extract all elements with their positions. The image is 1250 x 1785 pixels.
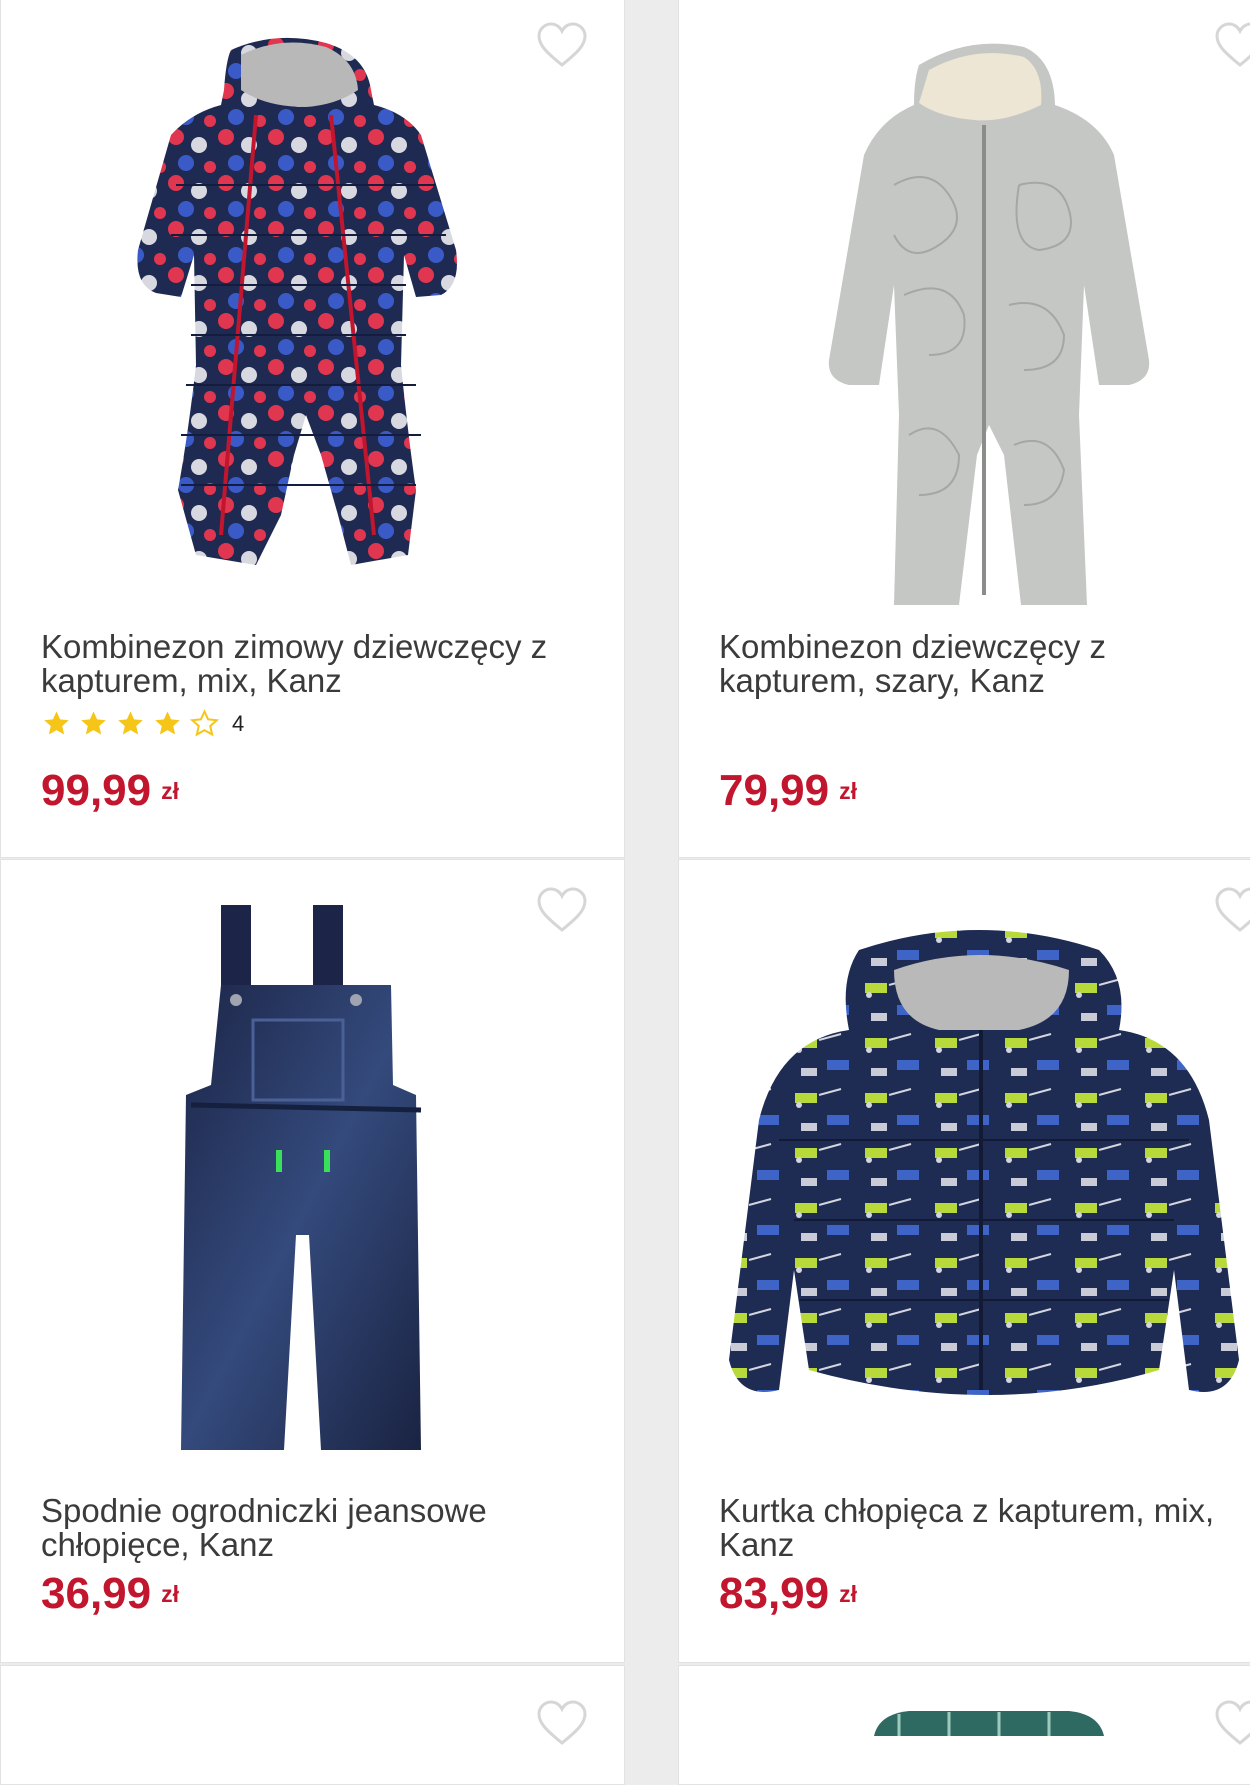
product-rating: 4 [41, 707, 244, 741]
heart-icon[interactable] [536, 1699, 588, 1747]
price-value: 83,99 [719, 1569, 830, 1618]
product-card[interactable] [678, 1665, 1250, 1785]
rating-count: 4 [232, 711, 245, 736]
price-value: 99,99 [41, 766, 152, 815]
heart-icon[interactable] [1214, 21, 1250, 69]
product-image[interactable] [116, 35, 506, 585]
product-price: 99,99 zł [41, 769, 179, 815]
product-card[interactable]: Spodnie ogrodniczki jeansowe chłopięce, … [0, 859, 625, 1663]
product-price: 79,99 zł [719, 769, 857, 815]
price-currency: zł [161, 1581, 179, 1608]
product-image[interactable] [799, 35, 1199, 605]
heart-icon[interactable] [536, 886, 588, 934]
product-price: 36,99 zł [41, 1572, 179, 1618]
product-price: 83,99 zł [719, 1572, 857, 1618]
product-title[interactable]: Spodnie ogrodniczki jeansowe chłopięce, … [41, 1494, 581, 1562]
star-filled-icon [118, 711, 143, 735]
product-title[interactable]: Kurtka chłopięca z kapturem, mix, Kanz [719, 1494, 1250, 1562]
product-card[interactable] [0, 1665, 625, 1785]
star-outline-icon [189, 709, 220, 737]
product-title[interactable]: Kombinezon zimowy dziewczęcy z kapturem,… [41, 630, 581, 698]
price-currency: zł [161, 778, 179, 805]
price-currency: zł [839, 1581, 857, 1608]
price-currency: zł [839, 778, 857, 805]
product-image[interactable] [869, 1706, 1109, 1736]
heart-icon[interactable] [536, 21, 588, 69]
product-card[interactable]: Kombinezon dziewczęcy z kapturem, szary,… [678, 0, 1250, 858]
star-filled-icon [81, 711, 106, 735]
price-value: 36,99 [41, 1569, 152, 1618]
product-card[interactable]: Kombinezon zimowy dziewczęcy z kapturem,… [0, 0, 625, 858]
star-filled-icon [44, 711, 69, 735]
product-title[interactable]: Kombinezon dziewczęcy z kapturem, szary,… [719, 630, 1250, 698]
star-filled-icon [155, 711, 180, 735]
product-image[interactable] [181, 905, 431, 1450]
product-image[interactable] [719, 920, 1249, 1420]
price-value: 79,99 [719, 766, 830, 815]
product-card[interactable]: Kurtka chłopięca z kapturem, mix, Kanz 8… [678, 859, 1250, 1663]
heart-icon[interactable] [1214, 1699, 1250, 1747]
